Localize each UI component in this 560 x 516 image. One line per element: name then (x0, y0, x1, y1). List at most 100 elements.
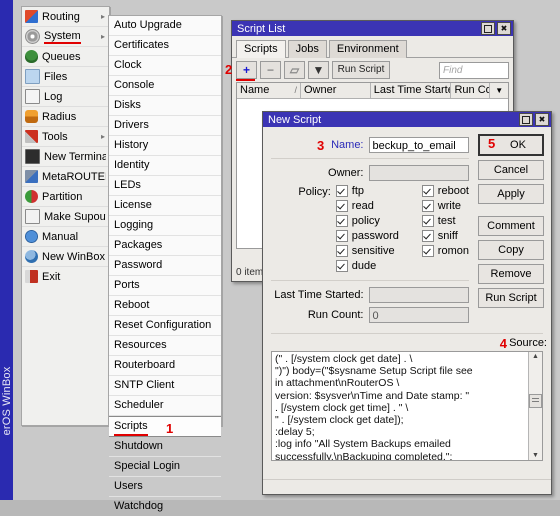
submenu-item-logging[interactable]: Logging (109, 216, 221, 236)
scroll-up-icon[interactable]: ▲ (532, 353, 539, 360)
restore-icon[interactable] (481, 22, 495, 35)
policy-checkbox-password[interactable]: password (335, 230, 422, 242)
source-editor[interactable]: (" . [/system clock get date] . \ ")") b… (271, 351, 543, 461)
submenu-item-label: Routerboard (114, 359, 176, 371)
policy-checkbox-read[interactable]: read (335, 200, 422, 212)
submenu-item-console[interactable]: Console (109, 76, 221, 96)
menu-item-system[interactable]: System ▸ (22, 27, 109, 47)
comment-button[interactable]: Comment (478, 216, 544, 236)
policy-checkbox-test[interactable]: test (421, 215, 469, 227)
ok-button[interactable]: 5 OK (478, 134, 544, 156)
menu-item-exit[interactable]: Exit (22, 267, 109, 286)
apply-button[interactable]: Apply (478, 184, 544, 204)
submenu-item-leds[interactable]: LEDs (109, 176, 221, 196)
add-script-button[interactable]: + (236, 61, 257, 79)
run-script-button[interactable]: Run Script (478, 288, 544, 308)
script-table-header: Name/OwnerLast Time StartedRun Co...▼ (237, 83, 508, 99)
policy-checkbox-romon[interactable]: romon (421, 245, 469, 257)
policy-label-text: test (437, 215, 456, 227)
column-header[interactable]: Name / (237, 83, 301, 98)
source-scrollbar[interactable]: ▲ ▼ (528, 352, 542, 460)
source-text[interactable]: (" . [/system clock get date] . \ ")") b… (272, 352, 528, 460)
tab-jobs[interactable]: Jobs (287, 40, 327, 58)
owner-input[interactable] (368, 165, 469, 181)
copy-button[interactable]: Copy (478, 240, 544, 260)
policy-label-text: policy (351, 215, 380, 227)
policy-checkbox-ftp[interactable]: ftp (335, 185, 422, 197)
tab-scripts[interactable]: Scripts (236, 40, 286, 58)
submenu-item-shutdown[interactable]: Shutdown (109, 437, 221, 457)
menu-item-manual[interactable]: Manual (22, 227, 109, 247)
submenu-item-scheduler[interactable]: Scheduler (109, 396, 221, 416)
submenu-item-label: Packages (114, 239, 163, 251)
column-header[interactable]: Run Co... (451, 83, 491, 98)
submenu-item-packages[interactable]: Packages (109, 236, 221, 256)
menu-item-tools[interactable]: Tools ▸ (22, 127, 109, 147)
tools-icon (25, 130, 38, 143)
annotation-5: 5 (488, 136, 496, 151)
menu-item-make-supout-rif[interactable]: Make Supout.rif (22, 207, 109, 227)
submenu-item-reset-configuration[interactable]: Reset Configuration (109, 316, 221, 336)
policy-checkbox-write[interactable]: write (421, 200, 469, 212)
copy-script-button[interactable]: ▱ (284, 61, 305, 79)
remove-script-button[interactable]: − (260, 61, 281, 79)
tab-environment[interactable]: Environment (328, 40, 407, 58)
menu-item-files[interactable]: Files (22, 67, 109, 87)
policy-checkbox-dude[interactable]: dude (335, 260, 422, 272)
submenu-item-drivers[interactable]: Drivers (109, 116, 221, 136)
policy-label-text: sensitive (351, 245, 395, 257)
button-label: Apply (497, 187, 525, 200)
submenu-item-resources[interactable]: Resources (109, 336, 221, 356)
scroll-thumb[interactable] (529, 394, 542, 408)
submenu-item-label: Resources (114, 339, 167, 351)
submenu-item-special-login[interactable]: Special Login (109, 457, 221, 477)
policy-checkbox-sensitive[interactable]: sensitive (335, 245, 422, 257)
submenu-item-auto-upgrade[interactable]: Auto Upgrade (109, 16, 221, 36)
close-icon[interactable]: ✖ (497, 22, 511, 35)
submenu-item-label: Console (114, 79, 155, 91)
menu-item-new-winbox[interactable]: New WinBox (22, 247, 109, 267)
submenu-item-identity[interactable]: Identity (109, 156, 221, 176)
script-name-input[interactable]: beckup_to_email (368, 137, 469, 153)
policy-checkbox-sniff[interactable]: sniff (421, 230, 469, 242)
scroll-down-icon[interactable]: ▼ (532, 452, 539, 459)
menu-item-radius[interactable]: Radius (22, 107, 109, 127)
new-script-window: New Script ✖ 3 Name: beckup_to_email Own… (262, 111, 552, 495)
policy-checkbox-reboot[interactable]: reboot (421, 185, 469, 197)
cancel-button[interactable]: Cancel (478, 160, 544, 180)
submenu-item-history[interactable]: History (109, 136, 221, 156)
menu-item-new-terminal[interactable]: New Terminal (22, 147, 109, 167)
run-script-button[interactable]: Run Script (332, 61, 390, 79)
chevron-right-icon: ▸ (100, 12, 105, 21)
submenu-item-scripts[interactable]: Scripts 1 (109, 416, 221, 437)
button-label: Cancel (493, 163, 529, 176)
policy-checkbox-policy[interactable]: policy (335, 215, 422, 227)
filter-icon[interactable]: ▼ (308, 61, 329, 79)
menu-item-queues[interactable]: Queues (22, 47, 109, 67)
submenu-item-label: Shutdown (114, 440, 163, 452)
submenu-item-routerboard[interactable]: Routerboard (109, 356, 221, 376)
restore-icon[interactable] (519, 113, 533, 126)
column-chooser-icon[interactable]: ▼ (490, 83, 508, 98)
find-input[interactable]: Find (439, 61, 509, 79)
submenu-item-reboot[interactable]: Reboot (109, 296, 221, 316)
submenu-item-disks[interactable]: Disks (109, 96, 221, 116)
submenu-item-clock[interactable]: Clock (109, 56, 221, 76)
submenu-item-sntp-client[interactable]: SNTP Client (109, 376, 221, 396)
submenu-item-password[interactable]: Password (109, 256, 221, 276)
column-header[interactable]: Owner (301, 83, 371, 98)
submenu-item-ports[interactable]: Ports (109, 276, 221, 296)
menu-item-log[interactable]: Log (22, 87, 109, 107)
menu-item-routing[interactable]: Routing ▸ (22, 7, 109, 27)
submenu-item-users[interactable]: Users (109, 477, 221, 497)
menu-item-partition[interactable]: Partition (22, 187, 109, 207)
remove-button[interactable]: Remove (478, 264, 544, 284)
close-icon[interactable]: ✖ (535, 113, 549, 126)
annotation-4: 4 (499, 336, 507, 351)
submenu-item-label: Ports (114, 279, 140, 291)
submenu-item-label: Scheduler (114, 399, 164, 411)
menu-item-metarouter[interactable]: MetaROUTER (22, 167, 109, 187)
submenu-item-license[interactable]: License (109, 196, 221, 216)
submenu-item-certificates[interactable]: Certificates (109, 36, 221, 56)
column-header[interactable]: Last Time Started (371, 83, 452, 98)
